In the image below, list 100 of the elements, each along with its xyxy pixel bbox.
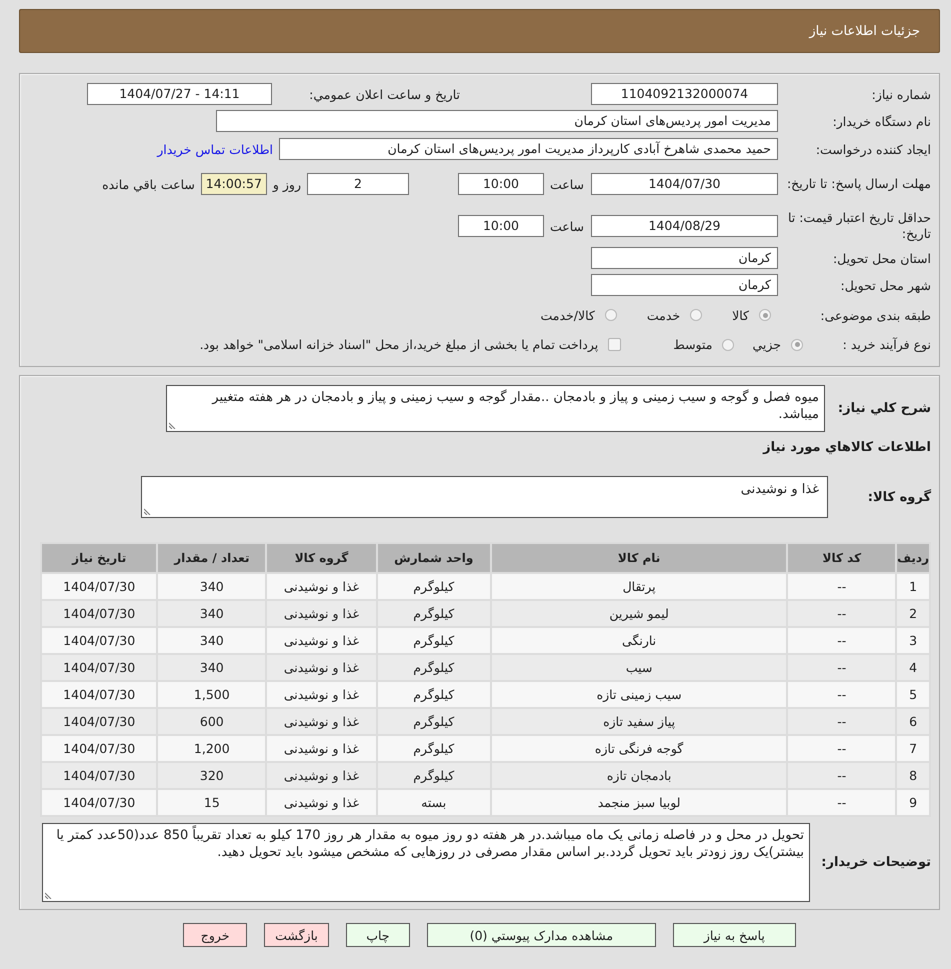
field-label: گروه کالا:: [866, 490, 931, 504]
field-label: شرح کلي نياز:: [836, 401, 931, 416]
table-cell: --: [787, 708, 896, 735]
print-button[interactable]: چاپ: [346, 923, 410, 947]
goods-group-field[interactable]: غذا و نوشیدنی: [141, 476, 828, 518]
radio-button[interactable]: [759, 309, 771, 321]
table-cell: سیب زمینی تازه: [490, 681, 788, 708]
column-header[interactable]: واحد شمارش: [376, 543, 491, 573]
province-field[interactable]: کرمان: [591, 247, 778, 269]
column-header[interactable]: ردیف: [896, 543, 930, 573]
resize-grip-icon[interactable]: [45, 892, 52, 899]
table-cell: کیلوگرم: [376, 600, 491, 627]
section-title: اطلاعات کالاهاي مورد نياز: [763, 440, 931, 455]
table-cell: --: [787, 627, 896, 654]
time-label: ساعت: [550, 218, 584, 234]
table-cell: 2: [896, 600, 930, 627]
table-cell: 5: [896, 681, 930, 708]
table-cell: کیلوگرم: [376, 681, 491, 708]
table-cell: --: [787, 789, 896, 816]
column-header[interactable]: کد کالا: [787, 543, 896, 573]
table-cell: سیب: [490, 654, 788, 681]
buyer-organization-field[interactable]: مدیریت امور پردیس‌های استان کرمان: [216, 110, 778, 132]
field-label: نام دستگاه خریدار:: [832, 114, 931, 128]
remaining-time-field[interactable]: 14:00:57: [200, 173, 267, 195]
table-cell: غذا و نوشیدنی: [266, 573, 377, 600]
column-header[interactable]: تاریخ نیاز: [41, 543, 158, 573]
back-button[interactable]: بازگشت: [264, 923, 329, 947]
table-cell: --: [787, 573, 896, 600]
table-cell: 1404/07/30: [41, 600, 158, 627]
validity-date-field[interactable]: 1404/08/29: [591, 215, 778, 237]
table-cell: 4: [896, 654, 930, 681]
table-cell: 340: [157, 573, 266, 600]
option-label: خدمت: [646, 308, 680, 322]
column-header[interactable]: گروه کالا: [266, 543, 377, 573]
validity-time-field[interactable]: 10:00: [458, 215, 544, 237]
table-cell: 1,500: [157, 681, 266, 708]
field-label: استان محل تحویل:: [832, 250, 931, 266]
field-label: شهر محل تحویل:: [840, 278, 931, 292]
field-label: توضیحات خریدار:: [820, 855, 931, 870]
option-label: متوسط: [673, 337, 712, 352]
radio-button[interactable]: [690, 309, 702, 321]
table-cell: --: [787, 681, 896, 708]
checkbox-label: پرداخت تمام يا بخشی از مبلغ خرید،از محل "اسناد خزانه اسلامی" خواهد بود.: [200, 337, 598, 352]
table-cell: --: [787, 654, 896, 681]
field-label: حداقل تاریخ اعتبار قیمت: تا تاریخ:: [786, 210, 931, 242]
table-cell: غذا و نوشیدنی: [266, 735, 377, 762]
table-cell: غذا و نوشیدنی: [266, 654, 377, 681]
table-cell: بسته: [376, 789, 491, 816]
checkbox[interactable]: [608, 338, 622, 351]
radio-button[interactable]: [722, 338, 734, 350]
table-cell: 340: [157, 600, 266, 627]
option-label: کالا: [732, 308, 749, 322]
city-field[interactable]: کرمان: [591, 274, 778, 296]
days-label: روز و: [272, 176, 301, 192]
field-label: نوع فرآیند خرید :: [842, 337, 931, 352]
table-cell: کیلوگرم: [376, 735, 491, 762]
table-cell: غذا و نوشیدنی: [266, 681, 377, 708]
resize-grip-icon[interactable]: [169, 422, 176, 429]
table-cell: کیلوگرم: [376, 627, 491, 654]
need-number-field[interactable]: 1104092132000074: [591, 83, 778, 105]
description-field[interactable]: میوه فصل و گوجه و سیب زمینی و پیاز و بادمجان ..مقدار گوجه و سیب زمینی و پیاز و بادمجان در هر هفته متغییر میباشد.: [166, 385, 825, 432]
table-cell: 3: [896, 627, 930, 654]
column-header[interactable]: نام کالا: [490, 543, 788, 573]
table-cell: 1,200: [157, 735, 266, 762]
reply-button[interactable]: پاسخ به نياز: [672, 923, 796, 947]
contact-info-link[interactable]: اطلاعات تماس خریدار: [157, 142, 273, 156]
exit-button[interactable]: خروج: [183, 923, 248, 947]
table-cell: کیلوگرم: [376, 654, 491, 681]
table-cell: --: [787, 735, 896, 762]
table-cell: 1404/07/30: [41, 708, 158, 735]
table-cell: 6: [896, 708, 930, 735]
requester-field[interactable]: حمید محمدی شاهرخ آبادی کارپرداز مدیریت امور پردیس‌های استان کرمان: [279, 138, 778, 160]
table-cell: 9: [896, 789, 930, 816]
column-header[interactable]: تعداد / مقدار: [157, 543, 266, 573]
resize-grip-icon[interactable]: [144, 508, 151, 515]
time-label: ساعت: [550, 176, 584, 192]
remaining-time-label: ساعت باقي مانده: [102, 176, 195, 192]
attachments-button[interactable]: مشاهده مدارک پیوستي (0): [426, 923, 656, 947]
field-label: شماره نیاز:: [870, 86, 931, 102]
table-cell: --: [787, 762, 896, 789]
deadline-date-field[interactable]: 1404/07/30: [591, 173, 778, 195]
table-cell: غذا و نوشیدنی: [266, 789, 377, 816]
table-cell: 1404/07/30: [41, 573, 158, 600]
announcement-datetime-field[interactable]: 1404/07/27 - 14:11: [87, 83, 272, 105]
remaining-days-field[interactable]: 2: [306, 173, 409, 195]
table-cell: 1404/07/30: [41, 762, 158, 789]
deadline-time-field[interactable]: 10:00: [458, 173, 544, 195]
table-cell: --: [787, 600, 896, 627]
field-label: تاریخ و ساعت اعلان عمومي:: [308, 86, 460, 102]
field-label: طبقه بندی موضوعی:: [819, 308, 931, 322]
radio-button[interactable]: [791, 338, 803, 350]
table-cell: 15: [157, 789, 266, 816]
table-cell: غذا و نوشیدنی: [266, 600, 377, 627]
table-cell: پرتقال: [490, 573, 788, 600]
radio-button[interactable]: [604, 309, 617, 321]
table-cell: غذا و نوشیدنی: [266, 708, 377, 735]
table-cell: 600: [157, 708, 266, 735]
buyer-notes-field[interactable]: تحویل در محل و در فاصله زمانی یک ماه میباشد.در هر هفته دو روز میوه به مقدار هر روز 170 کیلو به تعداد تقریباً 850 عدد(50عدد کمتر یا بیشتر)یک روز زودتر باید تحویل گردد.بر اساس مقدار مصرفی در روزهایی که مشخص میشود باید تحویل دهید.: [42, 823, 810, 902]
table-cell: 1404/07/30: [41, 789, 158, 816]
table-cell: لیمو شیرین: [490, 600, 788, 627]
